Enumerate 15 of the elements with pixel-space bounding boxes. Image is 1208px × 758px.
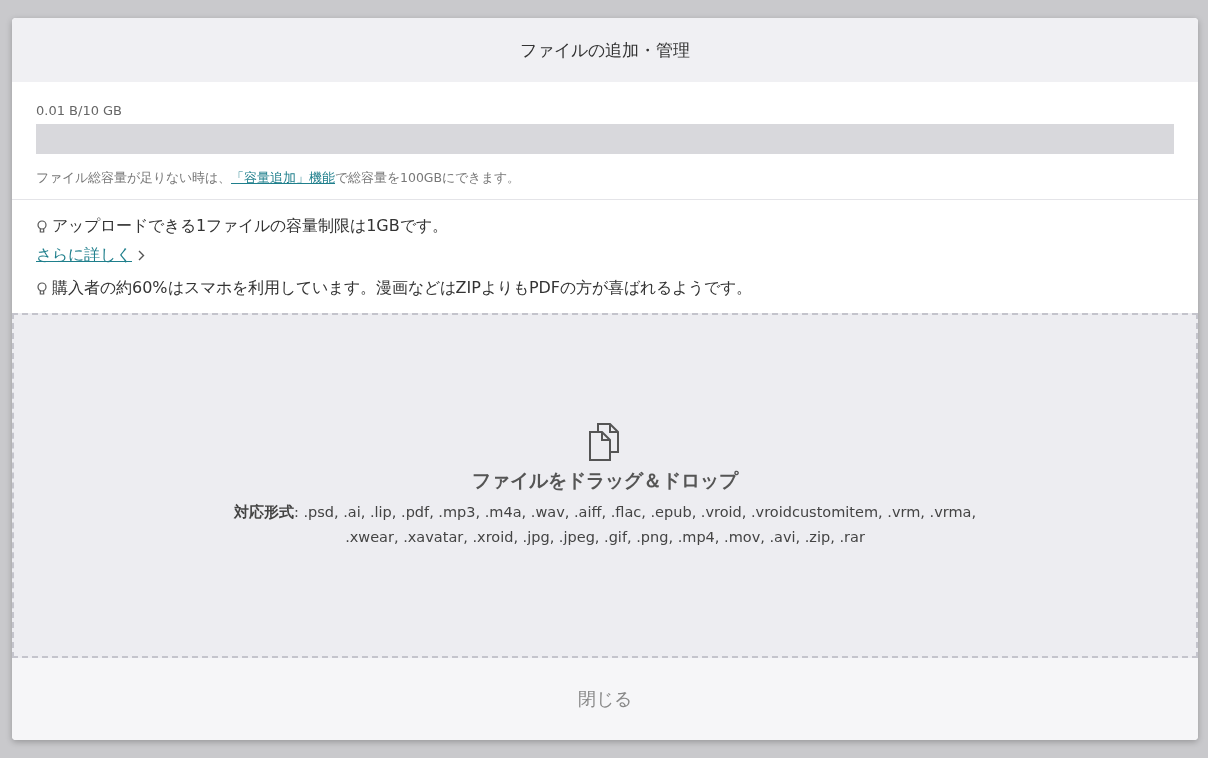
learn-more-link[interactable]: さらに詳しく — [36, 245, 145, 266]
lightbulb-icon — [36, 219, 48, 234]
close-button[interactable]: 閉じる — [548, 677, 662, 721]
drop-zone[interactable] — [12, 313, 1198, 658]
tip-text: 購入者の約60%はスマホを利用しています。漫画などはZIPよりもPDFの方が喜ばれるようです。 — [52, 278, 753, 299]
supported-formats: 対応形式: .psd, .ai, .lip, .pdf, .mp3, .m4a, .wav, .aiff, .flac, .epub, .vroid, .vroidcustomitem, .vrm, .vrma, .xwear, .xavatar, .xroid, .jpg, .jpeg, .gif, .png, .mp4, .mov, .avi, .zip, .rar — [232, 502, 978, 547]
storage-note: ファイル総容量が足りない時は、「容量追加」機能で総容量を100GBにできます。 — [36, 170, 522, 187]
chevron-right-icon — [138, 250, 145, 261]
lightbulb-icon — [36, 281, 48, 296]
storage-usage: 0.01 B/10 GB — [36, 103, 123, 118]
tip-text: アップロードできる1ファイルの容量制限は1GBです。 — [52, 216, 448, 237]
drop-title: ファイルをドラッグ＆ドロップ — [472, 467, 738, 493]
dialog-title: ファイルの追加・管理 — [520, 38, 690, 62]
add-capacity-link[interactable]: 「容量追加」機能 — [231, 170, 335, 185]
files-icon — [588, 421, 622, 462]
